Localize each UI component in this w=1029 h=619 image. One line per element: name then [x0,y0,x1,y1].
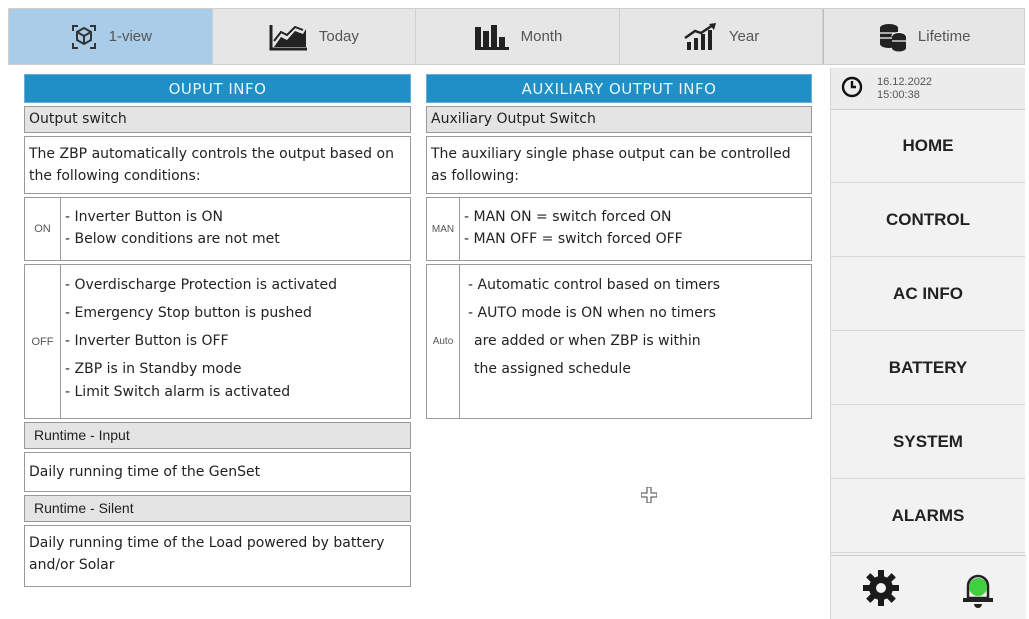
man-condition-line: - MAN OFF = switch forced OFF [464,231,683,247]
output-switch-description-text: The ZBP automatically controls the outpu… [29,146,394,184]
tab-today-label: Today [318,28,359,45]
tab-today[interactable]: Today [213,9,417,64]
on-condition-line: - Inverter Button is ON [65,209,223,225]
right-navigation: 16.12.2022 15:00:38 HOME CONTROL AC INFO… [830,68,1026,619]
off-condition-line: - ZBP is in Standby mode [65,361,242,377]
runtime-silent-description-text: Daily running time of the Load powered b… [29,535,385,573]
nav-battery-button[interactable]: BATTERY [831,331,1025,405]
clock-time: 15:00:38 [877,88,920,101]
auto-condition-line: - AUTO mode is ON when no timers [468,305,716,321]
gear-icon[interactable] [861,568,901,608]
off-condition-line: - Overdischarge Protection is activated [65,277,338,293]
runtime-input-description: Daily running time of the GenSet [24,452,411,492]
tab-month[interactable]: Month [416,9,620,64]
cube-icon [69,22,99,52]
runtime-silent-description: Daily running time of the Load powered b… [24,525,411,587]
auto-condition-line: are added or when ZBP is within [474,333,701,349]
output-info-panel: OUPUT INFO Output switch The ZBP automat… [24,74,411,587]
off-condition-line: - Limit Switch alarm is activated [65,384,291,400]
runtime-input-title: Runtime - Input [24,422,411,449]
crosshair-cursor-icon [640,486,658,504]
clock-date: 16.12.2022 [877,75,933,88]
on-key-label: ON [25,198,61,260]
man-key-label: MAN [427,198,460,260]
clock-icon [841,76,863,102]
auto-condition-line: the assigned schedule [474,361,631,377]
auxiliary-switch-description-text: The auxiliary single phase output can be… [431,146,791,184]
auxiliary-output-info-header: AUXILIARY OUTPUT INFO [426,74,812,103]
tab-lifetime-label: Lifetime [917,28,971,45]
auto-condition-line: - Automatic control based on timers [468,277,721,293]
auxiliary-man-conditions: MAN - MAN ON = switch forced ON - MAN OF… [426,197,812,261]
off-condition-line: - Inverter Button is OFF [65,333,229,349]
runtime-input-description-text: Daily running time of the GenSet [29,464,261,480]
area-chart-icon [269,23,309,51]
nav-alarms-button[interactable]: ALARMS [831,479,1025,553]
output-off-conditions: OFF - Overdischarge Protection is activa… [24,264,411,419]
auxiliary-switch-description: The auxiliary single phase output can be… [426,136,812,194]
output-on-conditions: ON - Inverter Button is ON - Below condi… [24,197,411,261]
bottom-icon-bar [831,555,1026,619]
nav-control-button[interactable]: CONTROL [831,183,1025,257]
top-tab-bar: 1-view Today Month Year Lifetime [8,8,1025,65]
bar-chart-icon [473,23,511,51]
tab-lifetime[interactable]: Lifetime [823,9,1024,64]
off-condition-line: - Emergency Stop button is pushed [65,305,312,321]
tab-1-view[interactable]: 1-view [9,9,213,64]
nav-home-button[interactable]: HOME [831,110,1025,183]
auxiliary-output-info-panel: AUXILIARY OUTPUT INFO Auxiliary Output S… [426,74,812,419]
tab-year[interactable]: Year [620,9,824,64]
tab-year-label: Year [728,28,760,45]
output-switch-description: The ZBP automatically controls the outpu… [24,136,411,194]
alarm-bell-icon[interactable] [960,566,996,610]
nav-ac-info-button[interactable]: AC INFO [831,257,1025,331]
auxiliary-output-switch-title: Auxiliary Output Switch [426,106,812,133]
off-key-label: OFF [25,265,61,418]
clock-display: 16.12.2022 15:00:38 [831,68,1025,110]
auxiliary-auto-conditions: Auto - Automatic control based on timers… [426,264,812,419]
auto-key-label: Auto [427,265,460,418]
output-switch-title: Output switch [24,106,411,133]
runtime-silent-title: Runtime - Silent [24,495,411,522]
output-info-header: OUPUT INFO [24,74,411,103]
coins-stack-icon [878,22,908,52]
man-condition-line: - MAN ON = switch forced ON [464,209,672,225]
on-condition-line: - Below conditions are not met [65,231,280,247]
tab-month-label: Month [520,28,563,45]
nav-system-button[interactable]: SYSTEM [831,405,1025,479]
tab-1-view-label: 1-view [108,28,152,45]
trend-up-icon [683,22,719,52]
